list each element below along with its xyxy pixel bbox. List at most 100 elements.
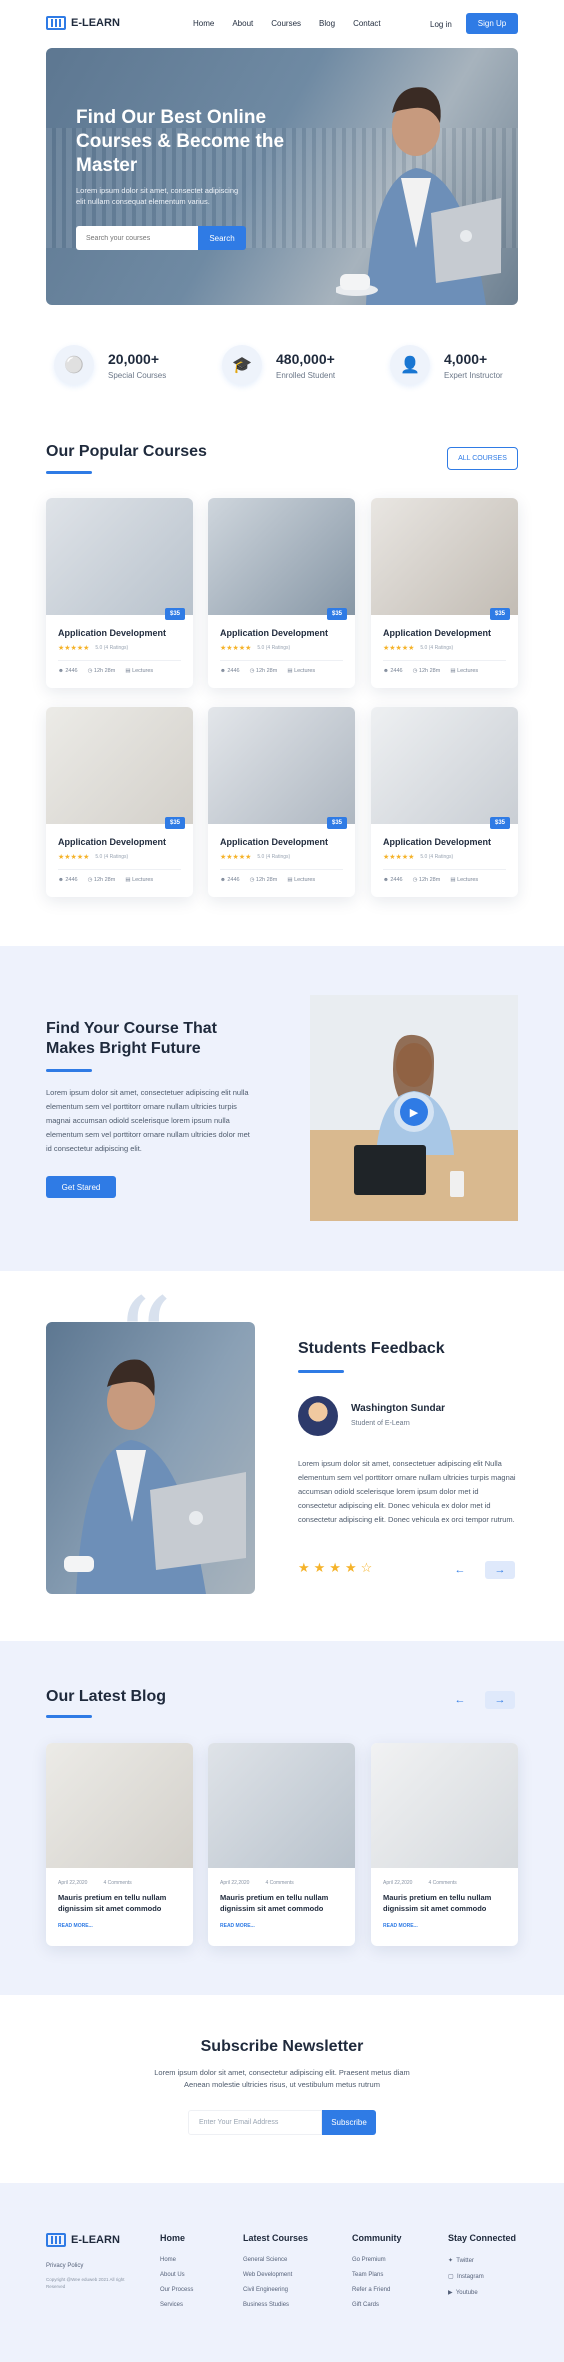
footer-heading: Home (160, 2233, 186, 2243)
course-rating: ★★★★★ 5.0 (4 Ratings) (383, 853, 453, 861)
views-count: 2446 (65, 877, 78, 883)
footer-link[interactable]: Our Process (160, 2287, 193, 2293)
rating-text: 5.0 (4 Ratings) (95, 645, 129, 651)
footer-link[interactable]: Gift Cards (352, 2302, 402, 2308)
duration-item: ◷ 12h 28m (413, 668, 441, 674)
course-card[interactable]: $35 Application Development ★★★★★ 5.0 (4 Ra… (208, 707, 355, 897)
next-arrow-icon[interactable]: → (485, 1561, 515, 1579)
footer-link[interactable]: General Science (243, 2257, 308, 2263)
course-meta: ☻ 2446 ◷ 12h 28m ▤ Lectures (220, 668, 315, 674)
clock-icon: ◷ (87, 668, 93, 674)
footer-link[interactable]: Home (160, 2257, 193, 2263)
feedback-title: Students Feedback (298, 1340, 445, 1357)
blog-title[interactable]: Mauris pretium en tellu nullam dignissim… (383, 1892, 508, 1914)
views-item: ☻ 2446 (383, 668, 403, 674)
all-courses-button[interactable]: ALL COURSES (447, 447, 518, 470)
privacy-link[interactable]: Privacy Policy (46, 2263, 83, 2269)
blog-image (46, 1743, 193, 1868)
feedback-text: Lorem ipsum dolor sit amet, consectetuer… (298, 1459, 516, 1524)
course-image (208, 707, 355, 824)
rating-text: 5.0 (4 Ratings) (420, 854, 454, 860)
views-item: ☻ 2446 (220, 668, 240, 674)
menu-courses[interactable]: Courses (271, 19, 301, 28)
hero-person-image (336, 87, 501, 305)
menu-home[interactable]: Home (193, 19, 214, 28)
footer-link[interactable]: Services (160, 2302, 193, 2308)
footer-link[interactable]: Business Studies (243, 2302, 308, 2308)
course-title[interactable]: Application Development (220, 837, 328, 847)
footer-link[interactable]: Civil Engineering (243, 2287, 308, 2293)
footer-logo[interactable]: E-LEARN (46, 2233, 120, 2247)
views-count: 2446 (390, 668, 403, 674)
lectures-item: ▤ Lectures (450, 668, 478, 674)
signup-button[interactable]: Sign Up (466, 13, 518, 34)
book-icon: ▤ (125, 877, 131, 883)
user-icon: ☻ (220, 877, 226, 883)
stat-students: 🎓 480,000+ Enrolled Student (222, 345, 335, 385)
lectures-item: ▤ Lectures (287, 668, 315, 674)
course-card[interactable]: $35 Application Development ★★★★★ 5.0 (4 Ra… (46, 707, 193, 897)
blog-title[interactable]: Mauris pretium en tellu nullam dignissim… (220, 1892, 345, 1914)
course-image (46, 498, 193, 615)
prev-arrow-icon[interactable]: ← (445, 1561, 475, 1579)
read-more-link[interactable]: READ MORE... (383, 1923, 418, 1929)
price-badge: $35 (327, 608, 347, 620)
next-arrow-icon[interactable]: → (485, 1691, 515, 1709)
play-button[interactable]: ▶ (394, 1092, 434, 1132)
play-icon: ▶ (400, 1098, 428, 1126)
prev-arrow-icon[interactable]: ← (445, 1691, 475, 1709)
menu-contact[interactable]: Contact (353, 19, 381, 28)
blog-meta: April 22,2020 4 Comments (220, 1880, 294, 1886)
footer-link[interactable]: Go Premium (352, 2257, 402, 2263)
book-icon: ▤ (125, 668, 131, 674)
footer-col-community: Community Go Premium Team Plans Refer a … (352, 2233, 402, 2317)
course-title[interactable]: Application Development (58, 837, 166, 847)
search-button[interactable]: Search (198, 226, 246, 250)
stat-number: 4,000+ (444, 350, 488, 367)
course-image (371, 498, 518, 615)
menu-about[interactable]: About (232, 19, 253, 28)
title-underline (46, 1069, 92, 1072)
login-link[interactable]: Log in (430, 20, 452, 29)
course-card[interactable]: $35 Application Development ★★★★★ 5.0 (4 Ra… (208, 498, 355, 688)
course-title[interactable]: Application Development (383, 628, 491, 638)
price-badge: $35 (165, 817, 185, 829)
course-meta: ☻ 2446 ◷ 12h 28m ▤ Lectures (58, 668, 153, 674)
feedback-image (46, 1322, 255, 1594)
video-thumbnail[interactable]: ▶ (310, 995, 518, 1221)
rating-text: 5.0 (4 Ratings) (420, 645, 454, 651)
read-more-link[interactable]: READ MORE... (220, 1923, 255, 1929)
youtube-link[interactable]: ▶ Youtube (448, 2289, 516, 2296)
blog-title[interactable]: Mauris pretium en tellu nullam dignissim… (58, 1892, 183, 1914)
top-nav: E-LEARN Home About Courses Blog Contact … (0, 0, 564, 48)
course-title[interactable]: Application Development (58, 628, 166, 638)
footer-link[interactable]: Team Plans (352, 2272, 402, 2278)
blog-card[interactable]: April 22,2020 4 Comments Mauris pretium en… (46, 1743, 193, 1946)
twitter-link[interactable]: ✦ Twitter (448, 2257, 516, 2264)
course-card[interactable]: $35 Application Development ★★★★★ 5.0 (4 Ra… (371, 498, 518, 688)
course-title[interactable]: Application Development (383, 837, 491, 847)
footer-link[interactable]: Refer a Friend (352, 2287, 402, 2293)
menu-blog[interactable]: Blog (319, 19, 335, 28)
duration-item: ◷ 12h 28m (88, 668, 116, 674)
reviewer-role: Student of E-Learn (351, 1420, 410, 1427)
logo[interactable]: E-LEARN (46, 16, 120, 30)
user-icon: ☻ (220, 668, 226, 674)
email-field[interactable]: Enter Your Email Address (188, 2110, 322, 2135)
instagram-link[interactable]: ▢ Instagram (448, 2273, 516, 2280)
read-more-link[interactable]: READ MORE... (58, 1923, 93, 1929)
blog-card[interactable]: April 22,2020 4 Comments Mauris pretium en… (371, 1743, 518, 1946)
blog-card[interactable]: April 22,2020 4 Comments Mauris pretium en… (208, 1743, 355, 1946)
footer-link[interactable]: Web Development (243, 2272, 308, 2278)
subscribe-button[interactable]: Subscribe (322, 2110, 376, 2135)
course-card[interactable]: $35 Application Development ★★★★★ 5.0 (4 Ra… (46, 498, 193, 688)
course-title[interactable]: Application Development (220, 628, 328, 638)
clock-icon: ◷ (249, 877, 255, 883)
feedback-person-image (64, 1359, 246, 1594)
course-card[interactable]: $35 Application Development ★★★★★ 5.0 (4 Ra… (371, 707, 518, 897)
course-rating: ★★★★★ 5.0 (4 Ratings) (58, 644, 128, 652)
course-search-input[interactable] (76, 226, 198, 250)
footer-link[interactable]: About Us (160, 2272, 193, 2278)
get-started-button[interactable]: Get Stared (46, 1176, 116, 1198)
star-icons: ★★★★★ (220, 854, 252, 861)
